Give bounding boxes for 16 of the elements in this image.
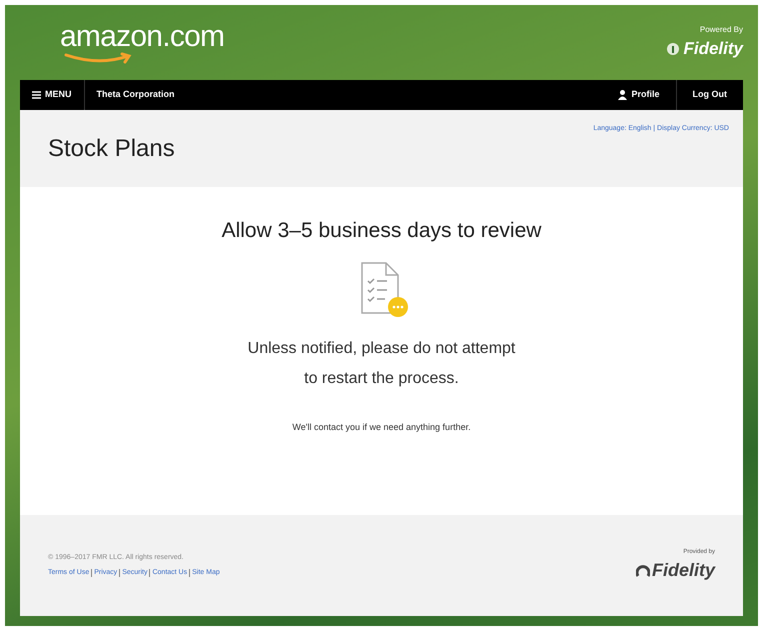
fidelity-logo-text: Fidelity xyxy=(652,558,715,582)
fidelity-logo-icon xyxy=(636,563,650,577)
fidelity-logo-text: Fidelity xyxy=(683,38,743,60)
person-icon xyxy=(618,90,628,100)
instruction-text: Unless notified, please do not attempt xyxy=(248,338,516,358)
fidelity-logo-icon xyxy=(667,42,680,54)
instruction-text: to restart the process. xyxy=(304,368,459,388)
company-name: Theta Corporation xyxy=(96,88,176,102)
review-heading: Allow 3–5 business days to review xyxy=(222,218,542,244)
smile-arrow-icon xyxy=(64,52,134,64)
contact-note: We'll contact you if we need anything further. xyxy=(292,420,471,434)
logout-button[interactable]: Log Out xyxy=(676,80,743,110)
powered-by-text: Powered By xyxy=(700,24,743,36)
menu-icon xyxy=(32,91,41,99)
page-title: Stock Plans xyxy=(48,134,175,164)
amazon-logo: amazon.com xyxy=(60,22,224,52)
